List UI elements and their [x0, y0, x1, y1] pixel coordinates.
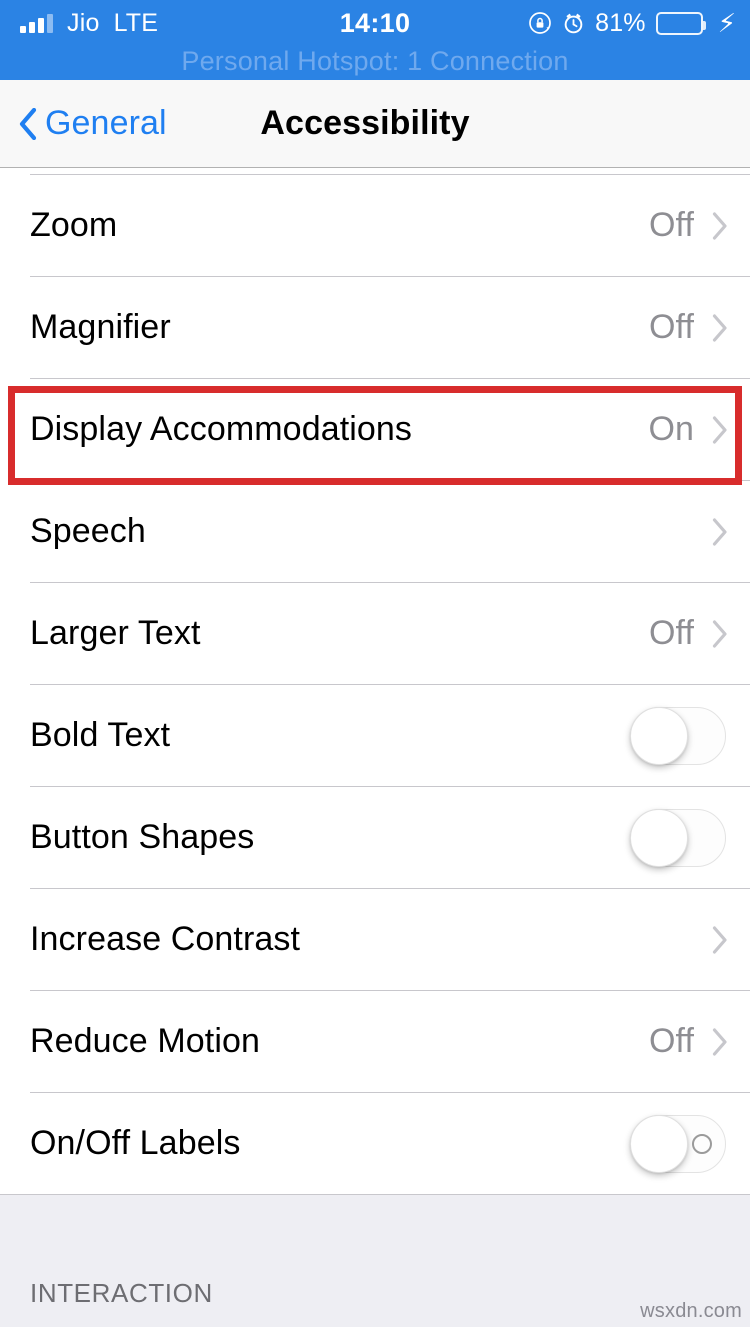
row-value: On	[648, 410, 694, 448]
status-bar-row: Jio LTE 14:10 81% ⚡︎	[0, 0, 750, 46]
row-label: Button Shapes	[30, 818, 255, 856]
bold-text-toggle[interactable]	[630, 706, 726, 765]
row-value: Off	[648, 308, 694, 346]
watermark-label: wsxdn.com	[640, 1300, 742, 1322]
settings-row-zoom[interactable]: Zoom Off	[0, 175, 750, 276]
chevron-right-icon	[712, 415, 728, 444]
row-label: On/Off Labels	[30, 1124, 241, 1162]
chevron-right-icon	[712, 517, 728, 546]
rotation-lock-icon	[528, 11, 552, 35]
button-shapes-toggle[interactable]	[630, 808, 726, 867]
iphone-settings-screen: Jio LTE 14:10 81% ⚡︎ Personal Hotspot: 1…	[0, 0, 750, 1334]
settings-list[interactable]: Zoom Off Magnifier Off Display Accommoda…	[0, 168, 750, 1327]
settings-row-bold-text[interactable]: Bold Text	[0, 685, 750, 786]
battery-percentage-label: 81%	[595, 8, 646, 37]
interaction-section-header-area: INTERACTION wsxdn.com	[0, 1194, 750, 1327]
toggle-knob	[630, 808, 688, 867]
chevron-right-icon	[712, 313, 728, 342]
settings-row-on-off-labels[interactable]: On/Off Labels	[0, 1093, 750, 1194]
toggle-knob	[630, 706, 688, 765]
row-label: Speech	[30, 512, 146, 550]
battery-icon	[655, 11, 706, 35]
chevron-right-icon	[712, 211, 728, 240]
row-label: Zoom	[30, 206, 118, 244]
row-value: Off	[648, 614, 694, 652]
row-value: Off	[648, 206, 694, 244]
settings-row-increase-contrast[interactable]: Increase Contrast	[0, 889, 750, 990]
row-value: Off	[648, 1022, 694, 1060]
lightning-bolt-icon: ⚡︎	[717, 8, 736, 38]
chevron-right-icon	[712, 1027, 728, 1056]
row-label: Reduce Motion	[30, 1022, 260, 1060]
settings-row-larger-text[interactable]: Larger Text Off	[0, 583, 750, 684]
chevron-right-icon	[712, 925, 728, 954]
status-bar: Jio LTE 14:10 81% ⚡︎ Personal Hotspot: 1…	[0, 0, 750, 80]
on-off-labels-toggle[interactable]	[630, 1114, 726, 1173]
row-label: Increase Contrast	[30, 920, 301, 958]
chevron-right-icon	[712, 619, 728, 648]
row-label: Display Accommodations	[30, 410, 413, 448]
section-header-interaction: INTERACTION	[30, 1278, 213, 1308]
personal-hotspot-banner[interactable]: Personal Hotspot: 1 Connection	[0, 46, 750, 80]
navigation-bar: General Accessibility	[0, 80, 750, 168]
settings-row-reduce-motion[interactable]: Reduce Motion Off	[0, 991, 750, 1092]
row-label: Magnifier	[30, 308, 171, 346]
settings-row-display-accommodations[interactable]: Display Accommodations On	[0, 379, 750, 480]
row-label: Larger Text	[30, 614, 201, 652]
page-title: Accessibility	[260, 104, 470, 142]
row-label: Bold Text	[30, 716, 171, 754]
settings-row-button-shapes[interactable]: Button Shapes	[0, 787, 750, 888]
vision-settings-group: Zoom Off Magnifier Off Display Accommoda…	[0, 175, 750, 1194]
settings-row-speech[interactable]: Speech	[0, 481, 750, 582]
toggle-off-label-icon	[692, 1133, 712, 1154]
alarm-clock-icon	[562, 12, 585, 35]
toggle-knob	[630, 1114, 688, 1173]
settings-row-magnifier[interactable]: Magnifier Off	[0, 277, 750, 378]
status-bar-right: 81% ⚡︎	[528, 0, 736, 46]
